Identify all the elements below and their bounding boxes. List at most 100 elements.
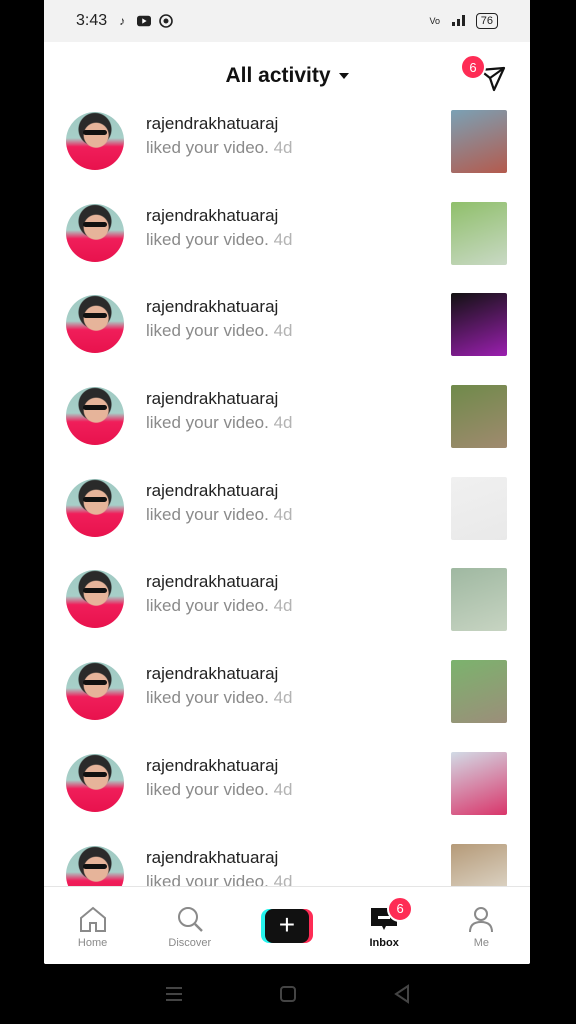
notification-time: 4d [273,229,293,249]
notification-time: 4d [273,413,293,433]
notification-time: 4d [273,596,293,616]
notification-text: liked your video. 4d [146,596,293,616]
notification-message: liked your video. [146,596,269,616]
video-thumbnail[interactable] [451,843,507,886]
tab-label-inbox: Inbox [369,936,399,949]
tab-label-me: Me [473,936,489,949]
tab-inbox[interactable]: 6 Inbox [349,895,419,949]
notification-message: liked your video. [146,688,269,708]
dm-badge: 6 [460,54,486,80]
notification-message: liked your video. [146,229,269,249]
notification-time: 4d [273,688,293,708]
status-bar-right: Vo 76 [428,12,498,31]
video-thumbnail[interactable] [451,568,507,632]
tab-me[interactable]: Me [446,904,516,949]
video-thumbnail[interactable] [451,751,507,815]
status-bar: 3:43 ♪ Vo 76 [44,0,530,42]
notification-row[interactable]: rajendrakhatuaraj liked your video. 4d [44,110,530,202]
video-thumbnail[interactable] [451,201,507,265]
username[interactable]: rajendrakhatuaraj [146,848,278,868]
avatar[interactable] [66,478,124,537]
avatar[interactable] [66,570,124,629]
youtube-icon [137,14,152,28]
search-icon [177,906,203,932]
video-thumbnail[interactable] [451,110,507,173]
username[interactable]: rajendrakhatuaraj [146,481,278,501]
notification-row[interactable]: rajendrakhatuaraj liked your video. 4d [44,476,530,569]
video-thumbnail[interactable] [451,660,507,724]
notification-text: liked your video. 4d [146,413,293,433]
avatar[interactable] [66,295,124,354]
avatar[interactable] [66,203,124,262]
volte-icon: Vo [429,16,440,26]
avatar[interactable] [66,662,124,721]
notification-text: liked your video. 4d [146,872,293,887]
username[interactable]: rajendrakhatuaraj [146,297,278,317]
direct-messages-button[interactable]: 6 [460,54,512,98]
plus-icon: + [264,909,309,943]
notification-message: liked your video. [146,871,269,887]
notification-row[interactable]: rajendrakhatuaraj liked your video. 4d [44,843,530,887]
notification-text: liked your video. 4d [146,321,293,341]
notification-time: 4d [273,138,293,157]
notification-message: liked your video. [146,504,269,524]
notification-row[interactable]: rajendrakhatuaraj liked your video. 4d [44,201,530,294]
username[interactable]: rajendrakhatuaraj [146,756,278,776]
tab-discover[interactable]: Discover [155,904,225,949]
activity-filter-dropdown[interactable]: All activity [225,64,349,88]
notification-list[interactable]: rajendrakhatuaraj liked your video. 4d raj… [44,110,530,886]
bottom-tab-bar: Home Discover + 6 Inbox Me [44,886,530,964]
inbox-badge: 6 [387,895,414,922]
back-icon[interactable] [390,982,414,1006]
username[interactable]: rajendrakhatuaraj [146,664,278,684]
caret-down-icon [338,73,349,79]
tiktok-icon: ♪ [119,14,126,28]
notification-text: liked your video. 4d [146,688,293,708]
home-icon [79,906,106,932]
notification-text: liked your video. 4d [146,230,293,250]
app-screen: 3:43 ♪ Vo 76 All activity 6 rajendrakhat… [44,0,530,964]
notification-row[interactable]: rajendrakhatuaraj liked your video. 4d [44,751,530,844]
notification-message: liked your video. [146,138,269,157]
notification-time: 4d [273,779,293,799]
notification-row[interactable]: rajendrakhatuaraj liked your video. 4d [44,568,530,660]
menu-icon[interactable] [162,982,186,1006]
notification-text: liked your video. 4d [146,138,293,158]
notification-message: liked your video. [146,413,269,433]
tab-create[interactable]: + [252,909,322,943]
username[interactable]: rajendrakhatuaraj [146,114,278,134]
tab-home[interactable]: Home [58,904,128,949]
notification-row[interactable]: rajendrakhatuaraj liked your video. 4d [44,660,530,752]
avatar[interactable] [66,753,124,812]
notification-time: 4d [273,504,293,524]
username[interactable]: rajendrakhatuaraj [146,389,278,409]
system-navigation-bar [0,964,576,1024]
video-thumbnail[interactable] [451,293,507,357]
username[interactable]: rajendrakhatuaraj [146,572,278,592]
notification-row[interactable]: rajendrakhatuaraj liked your video. 4d [44,293,530,385]
notification-time: 4d [273,321,293,341]
tab-label-home: Home [77,936,108,949]
status-bar-left: 3:43 ♪ [76,12,173,30]
notification-text: liked your video. 4d [146,780,293,800]
username[interactable]: rajendrakhatuaraj [146,206,278,226]
avatar[interactable] [66,112,124,170]
avatar[interactable] [66,845,124,886]
video-thumbnail[interactable] [451,476,507,540]
create-button[interactable]: + [260,909,313,943]
notification-text: liked your video. 4d [146,505,293,525]
notification-time: 4d [273,871,293,887]
notification-row[interactable]: rajendrakhatuaraj liked your video. 4d [44,385,530,477]
notification-message: liked your video. [146,779,269,799]
video-thumbnail[interactable] [451,385,507,449]
notification-message: liked your video. [146,321,269,341]
page-title: All activity [225,64,331,87]
avatar[interactable] [66,387,124,446]
signal-icon [450,12,468,31]
battery-icon: 76 [475,13,498,29]
whatsapp-icon [159,14,173,28]
tab-label-discover: Discover [168,936,212,949]
profile-icon [469,906,494,932]
home-square-icon[interactable] [276,982,300,1006]
clock: 3:43 [76,12,108,29]
